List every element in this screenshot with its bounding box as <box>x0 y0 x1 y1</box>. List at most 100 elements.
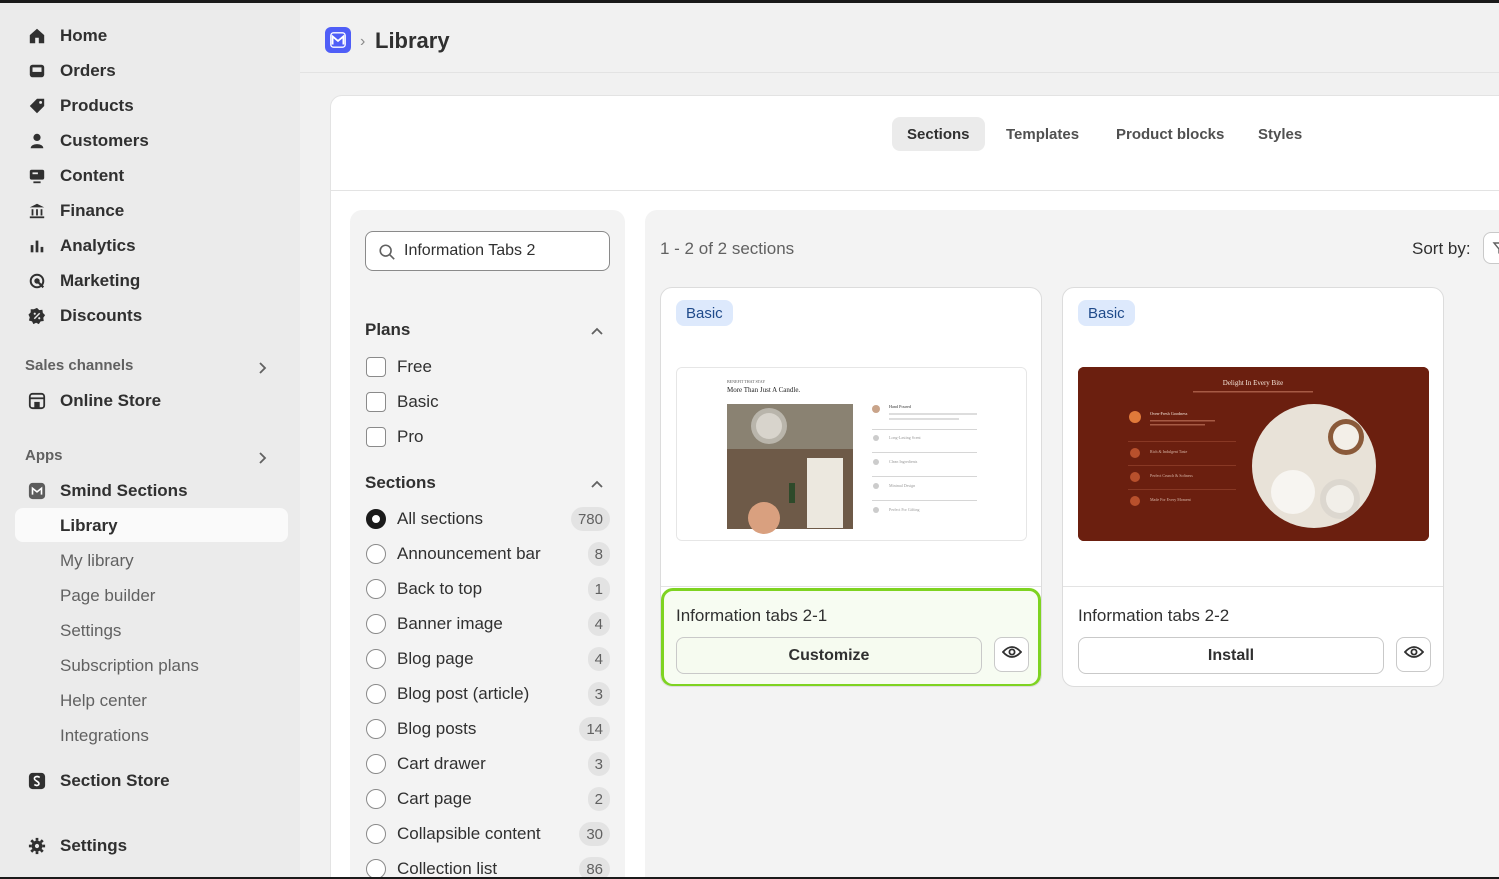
preview-heading: More Than Just A Candle. <box>727 386 800 394</box>
plan-option-pro[interactable]: Pro <box>365 424 610 450</box>
tab-styles[interactable]: Styles <box>1243 117 1317 151</box>
chevron-up-icon[interactable] <box>590 477 604 495</box>
tab-sections[interactable]: Sections <box>892 117 985 151</box>
nav-discounts-label: Discounts <box>60 306 143 325</box>
chevron-up-icon[interactable] <box>590 324 604 342</box>
plan-badge: Basic <box>1078 300 1135 326</box>
nav-smind-sections[interactable]: Smind Sections <box>15 473 288 507</box>
sales-channels-header[interactable]: Sales channels <box>25 357 275 381</box>
nav-finance[interactable]: Finance <box>15 193 288 227</box>
page-title: Library <box>375 28 450 53</box>
nav-subscription-plans-label: Subscription plans <box>60 656 199 675</box>
search-input[interactable] <box>404 240 599 262</box>
radio-button[interactable] <box>366 684 386 704</box>
preview-tab: Clean Ingredients <box>889 459 918 464</box>
nav-help-center[interactable]: Help center <box>15 683 288 717</box>
tab-templates[interactable]: Templates <box>991 117 1094 151</box>
radio-button[interactable] <box>366 859 386 879</box>
section-card[interactable]: Basic BENEFIT THAT STAY More Than Just A… <box>660 287 1042 687</box>
radio-button[interactable] <box>366 719 386 739</box>
nav-app-settings[interactable]: Settings <box>15 613 288 647</box>
radio-button[interactable] <box>366 509 386 529</box>
section-option[interactable]: Collection list 86 <box>365 856 610 879</box>
section-option-label: Announcement bar <box>397 544 541 563</box>
preview-button[interactable] <box>994 637 1029 672</box>
section-option[interactable]: Blog page 4 <box>365 646 610 672</box>
nav-library-label: Library <box>60 516 118 535</box>
checkbox[interactable] <box>366 427 386 447</box>
nav-customers[interactable]: Customers <box>15 123 288 157</box>
tab-sections-label: Sections <box>907 125 970 143</box>
section-option[interactable]: Cart page 2 <box>365 786 610 812</box>
search-field[interactable] <box>365 231 610 271</box>
target-icon <box>27 271 47 291</box>
section-option-label: Cart drawer <box>397 754 486 773</box>
section-card[interactable]: Basic Delight In Every Bite Oven-Fresh G… <box>1062 287 1444 687</box>
apps-header[interactable]: Apps <box>25 447 275 471</box>
page-header: › Library <box>300 3 1499 73</box>
section-name: Information tabs 2-1 <box>676 606 828 625</box>
nav-discounts[interactable]: Discounts <box>15 298 288 332</box>
nav-smind-sections-label: Smind Sections <box>60 481 188 500</box>
nav-analytics[interactable]: Analytics <box>15 228 288 262</box>
plan-option-label: Basic <box>397 392 439 411</box>
nav-products[interactable]: Products <box>15 88 288 122</box>
preview-button[interactable] <box>1396 637 1431 672</box>
nav-subscription-plans[interactable]: Subscription plans <box>15 648 288 682</box>
preview-eyebrow: BENEFIT THAT STAY <box>727 379 765 384</box>
radio-button[interactable] <box>366 824 386 844</box>
nav-page-builder[interactable]: Page builder <box>15 578 288 612</box>
checkbox[interactable] <box>366 392 386 412</box>
radio-button[interactable] <box>366 649 386 669</box>
preview-tab: Minimal Design <box>889 483 915 488</box>
install-button[interactable]: Install <box>1078 637 1384 674</box>
nav-orders[interactable]: Orders <box>15 53 288 87</box>
section-option[interactable]: Blog post (article) 3 <box>365 681 610 707</box>
section-option[interactable]: Blog posts 14 <box>365 716 610 742</box>
section-option-label: Collapsible content <box>397 824 541 843</box>
checkbox[interactable] <box>366 357 386 377</box>
section-option[interactable]: Collapsible content 30 <box>365 821 610 847</box>
radio-button[interactable] <box>366 544 386 564</box>
nav-section-store[interactable]: Section Store <box>15 763 288 797</box>
radio-button[interactable] <box>366 754 386 774</box>
section-option[interactable]: Banner image 4 <box>365 611 610 637</box>
section-preview-image[interactable]: BENEFIT THAT STAY More Than Just A Candl… <box>676 367 1027 541</box>
tab-product-blocks[interactable]: Product blocks <box>1101 117 1239 151</box>
nav-finance-label: Finance <box>60 201 125 220</box>
plan-option-free[interactable]: Free <box>365 354 610 380</box>
nav-online-store[interactable]: Online Store <box>15 383 288 417</box>
section-option-all[interactable]: All sections 780 <box>365 506 610 532</box>
radio-button[interactable] <box>366 579 386 599</box>
radio-button[interactable] <box>366 614 386 634</box>
section-option[interactable]: Cart drawer 3 <box>365 751 610 777</box>
nav-marketing[interactable]: Marketing <box>15 263 288 297</box>
customize-button[interactable]: Customize <box>676 637 982 674</box>
nav-app-settings-label: Settings <box>60 621 122 640</box>
bar-chart-icon <box>27 236 47 256</box>
filter-panel: Plans Free Basic Pro Sections All sectio… <box>350 210 625 879</box>
card-footer: Information tabs 2-1 Customize <box>661 586 1041 686</box>
nav-library[interactable]: Library <box>15 508 288 542</box>
nav-content[interactable]: Content <box>15 158 288 192</box>
nav-home[interactable]: Home <box>15 18 288 52</box>
breadcrumb-separator: › <box>360 33 366 50</box>
apps-label: Apps <box>25 447 63 464</box>
count-badge: 14 <box>579 717 610 741</box>
sort-button[interactable] <box>1483 232 1499 264</box>
radio-button[interactable] <box>366 789 386 809</box>
section-store-icon <box>27 771 47 791</box>
count-badge: 780 <box>570 507 610 531</box>
section-option[interactable]: Announcement bar 8 <box>365 541 610 567</box>
nav-settings[interactable]: Settings <box>15 828 288 862</box>
nav-help-center-label: Help center <box>60 691 147 710</box>
section-preview-image[interactable]: Delight In Every Bite Oven-Fresh Goodnes… <box>1078 367 1429 541</box>
section-option-label: Collection list <box>397 859 498 878</box>
tag-icon <box>27 96 47 116</box>
monitor-icon <box>27 166 47 186</box>
app-logo-icon[interactable] <box>325 27 351 53</box>
section-option[interactable]: Back to top 1 <box>365 576 610 602</box>
nav-integrations[interactable]: Integrations <box>15 718 288 752</box>
plan-option-basic[interactable]: Basic <box>365 389 610 415</box>
nav-my-library[interactable]: My library <box>15 543 288 577</box>
